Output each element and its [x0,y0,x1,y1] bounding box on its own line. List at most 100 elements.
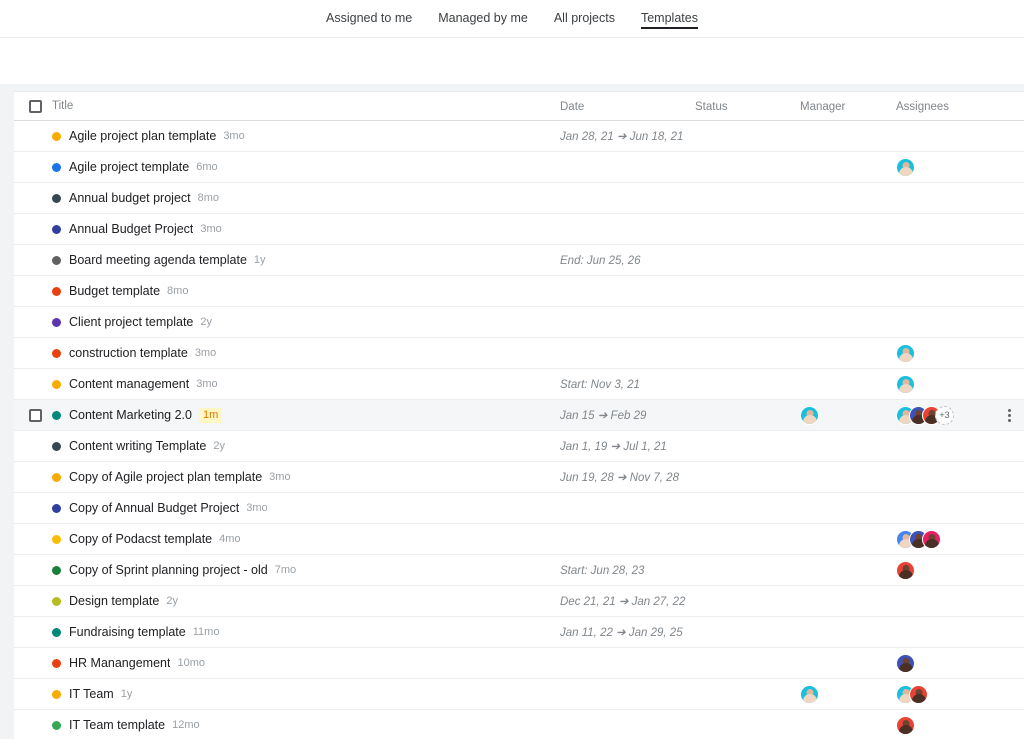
row-actions-cell[interactable] [994,347,1024,360]
table-row[interactable]: Design template 2y Dec 21, 21 ➔ Jan 27, 22 [14,586,1024,617]
column-header-title[interactable]: Title [52,100,73,112]
project-title[interactable]: Agile project template [69,160,189,174]
table-row[interactable]: Client project template 2y [14,307,1024,338]
row-select-cell[interactable] [22,471,48,484]
row-select-cell[interactable] [22,657,48,670]
row-select-cell[interactable] [22,502,48,515]
project-date-cell[interactable]: Jan 11, 22 ➔ Jan 29, 25 [560,625,695,639]
table-row[interactable]: Fundraising template 11mo Jan 11, 22 ➔ Jan… [14,617,1024,648]
project-manager-cell[interactable] [800,684,896,704]
row-actions-cell[interactable] [994,223,1024,236]
row-select-cell[interactable] [22,626,48,639]
project-title[interactable]: Content writing Template [69,439,206,453]
row-select-cell[interactable] [22,595,48,608]
tab-managed-by-me[interactable]: Managed by me [425,0,541,37]
project-title-cell[interactable]: Fundraising template 11mo [48,625,560,639]
avatar[interactable] [896,715,915,735]
row-actions-cell[interactable] [994,533,1024,546]
table-row[interactable]: Board meeting agenda template 1y End: Jun … [14,245,1024,276]
table-row[interactable]: Copy of Sprint planning project - old 7mo… [14,555,1024,586]
project-date-cell[interactable]: Start: Jun 28, 23 [560,563,695,577]
row-select-cell[interactable] [22,440,48,453]
row-select-cell[interactable] [22,254,48,267]
project-title[interactable]: IT Team template [69,718,165,732]
project-title-cell[interactable]: construction template 3mo [48,346,560,360]
row-select-cell[interactable] [22,285,48,298]
tab-templates[interactable]: Templates [628,0,711,37]
project-title[interactable]: Budget template [69,284,160,298]
project-assignees-cell[interactable] [896,560,994,580]
table-row[interactable]: Copy of Agile project plan template 3mo Ju… [14,462,1024,493]
row-select-cell[interactable] [22,719,48,732]
row-actions-cell[interactable] [994,564,1024,577]
project-title-cell[interactable]: IT Team template 12mo [48,718,560,732]
project-title-cell[interactable]: Board meeting agenda template 1y [48,253,560,267]
row-select-cell[interactable] [22,347,48,360]
table-row[interactable]: construction template 3mo [14,338,1024,369]
table-row[interactable]: Annual Budget Project 3mo [14,214,1024,245]
project-assignees-cell[interactable] [896,157,994,177]
row-actions-cell[interactable] [994,378,1024,391]
project-title-cell[interactable]: Copy of Podacst template 4mo [48,532,560,546]
row-actions-cell[interactable] [994,688,1024,701]
project-title[interactable]: construction template [69,346,188,360]
project-title-cell[interactable]: Agile project template 6mo [48,160,560,174]
table-row[interactable]: Content Marketing 2.0 1m Jan 15 ➔ Feb 29 +3 [14,400,1024,431]
project-title[interactable]: Annual budget project [69,191,191,205]
project-title-cell[interactable]: Client project template 2y [48,315,560,329]
avatar[interactable] [896,653,915,673]
table-row[interactable]: Content management 3mo Start: Nov 3, 21 [14,369,1024,400]
project-manager-cell[interactable] [800,405,896,425]
project-title-cell[interactable]: Design template 2y [48,594,560,608]
row-select-cell[interactable] [22,564,48,577]
avatar-overflow-count[interactable]: +3 [935,405,954,425]
project-title-cell[interactable]: Copy of Agile project plan template 3mo [48,470,560,484]
row-actions-cell[interactable] [994,161,1024,174]
row-actions-cell[interactable] [994,254,1024,267]
table-row[interactable]: Budget template 8mo [14,276,1024,307]
row-select-cell[interactable] [22,378,48,391]
row-select-cell[interactable] [22,223,48,236]
select-all-checkbox[interactable] [28,99,42,113]
project-assignees-cell[interactable] [896,715,994,735]
avatar[interactable] [909,684,928,704]
project-title-cell[interactable]: Annual budget project 8mo [48,191,560,205]
row-select-cell[interactable] [22,130,48,143]
project-date-cell[interactable]: End: Jun 25, 26 [560,253,695,267]
table-row[interactable]: HR Manangement 10mo [14,648,1024,679]
project-title[interactable]: Client project template [69,315,193,329]
table-row[interactable]: Annual budget project 8mo [14,183,1024,214]
table-row[interactable]: IT Team template 12mo [14,710,1024,739]
table-row[interactable]: Agile project plan template 3mo Jan 28, 21… [14,121,1024,152]
project-title[interactable]: Board meeting agenda template [69,253,247,267]
row-actions-cell[interactable] [994,192,1024,205]
project-title[interactable]: Fundraising template [69,625,186,639]
project-title[interactable]: Content Marketing 2.0 [69,408,192,422]
row-select-cell[interactable] [22,192,48,205]
table-row[interactable]: Copy of Annual Budget Project 3mo [14,493,1024,524]
project-assignees-cell[interactable]: +3 [896,405,994,425]
row-actions-cell[interactable] [994,595,1024,608]
row-actions-cell[interactable] [994,408,1024,422]
project-title[interactable]: Copy of Podacst template [69,532,212,546]
select-all-cell[interactable] [22,99,48,113]
row-select-cell[interactable] [22,161,48,174]
project-date-cell[interactable]: Start: Nov 3, 21 [560,377,695,391]
column-header-status[interactable]: Status [695,101,728,113]
project-date-cell[interactable]: Jun 19, 28 ➔ Nov 7, 28 [560,470,695,484]
project-date-cell[interactable]: Jan 15 ➔ Feb 29 [560,408,695,422]
row-actions-cell[interactable] [994,471,1024,484]
table-row[interactable]: Content writing Template 2y Jan 1, 19 ➔ Ju… [14,431,1024,462]
project-assignees-cell[interactable] [896,653,994,673]
project-date-cell[interactable]: Dec 21, 21 ➔ Jan 27, 22 [560,594,695,608]
project-assignees-cell[interactable] [896,343,994,363]
project-assignees-cell[interactable] [896,374,994,394]
project-title[interactable]: IT Team [69,687,114,701]
row-actions-cell[interactable] [994,130,1024,143]
project-title-cell[interactable]: Content writing Template 2y [48,439,560,453]
row-actions-cell[interactable] [994,657,1024,670]
project-title[interactable]: Design template [69,594,159,608]
avatar[interactable] [896,560,915,580]
avatar[interactable] [800,684,819,704]
avatar[interactable] [800,405,819,425]
